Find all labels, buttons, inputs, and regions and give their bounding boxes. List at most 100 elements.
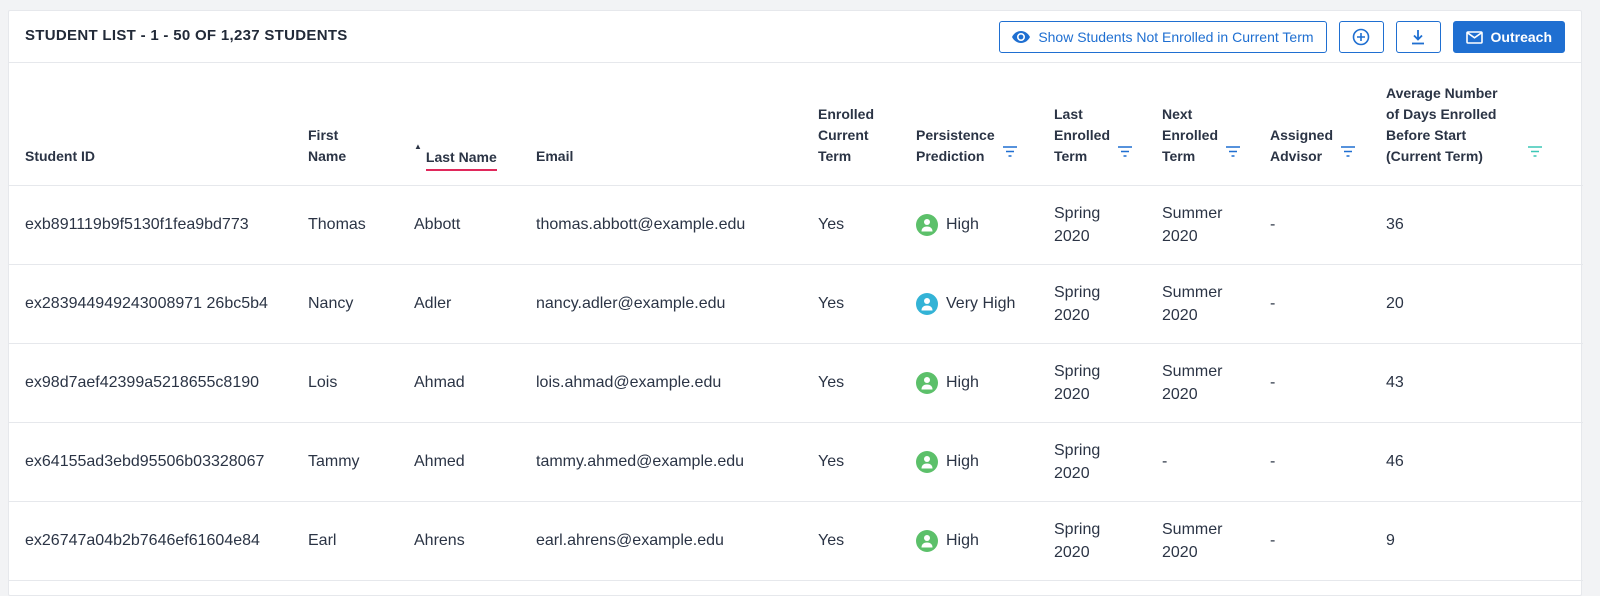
table-row[interactable]: ex64155ad3ebd95506b03328067 Tammy Ahmed tam… bbox=[9, 422, 1583, 502]
cell-persistence-prediction: High bbox=[916, 185, 1054, 265]
filter-icon[interactable] bbox=[1002, 142, 1017, 163]
column-first-name[interactable]: First Name bbox=[308, 63, 414, 186]
column-label: Prediction bbox=[916, 147, 985, 164]
table-row[interactable]: ex98d7aef42399a5218655c8190 Lois Ahmad lois… bbox=[9, 343, 1583, 423]
cell-average-days: 36 bbox=[1386, 185, 1583, 265]
cell-last-name: Ahmad bbox=[414, 343, 536, 423]
term-year: 2020 bbox=[1162, 227, 1198, 245]
outreach-label: Outreach bbox=[1490, 29, 1552, 45]
cell-average-days: 46 bbox=[1386, 422, 1583, 502]
column-label: Enrolled bbox=[818, 105, 875, 122]
term-year: 2020 bbox=[1054, 306, 1090, 324]
column-label: Last Name bbox=[425, 147, 497, 171]
cell-last-enrolled-term: Spring 2020 bbox=[1054, 343, 1162, 423]
term-year: 2020 bbox=[1054, 227, 1090, 245]
student-table: Student ID First Name ▲ Last Name Email … bbox=[9, 63, 1583, 581]
cell-assigned-advisor: - bbox=[1270, 343, 1386, 423]
cell-email[interactable]: lois.ahmad@example.edu bbox=[536, 343, 818, 423]
filter-icon[interactable] bbox=[1118, 142, 1133, 163]
column-label: Student ID bbox=[25, 147, 95, 164]
cell-student-id[interactable]: ex283944949243008971 26bc5b4 bbox=[9, 264, 308, 344]
term-season: Summer bbox=[1162, 204, 1223, 222]
term-season: Spring bbox=[1054, 204, 1101, 222]
term-season: Summer bbox=[1162, 520, 1223, 538]
cell-first-name: Tammy bbox=[308, 422, 414, 502]
column-label: of Days Enrolled bbox=[1386, 105, 1497, 122]
column-label: (Current Term) bbox=[1386, 147, 1483, 164]
table-row[interactable]: ex26747a04b2b7646ef61604e84 Earl Ahrens ear… bbox=[9, 501, 1583, 581]
column-student-id[interactable]: Student ID bbox=[9, 63, 308, 186]
term-year: 2020 bbox=[1054, 385, 1090, 403]
student-list-panel: STUDENT LIST - 1 - 50 OF 1,237 STUDENTS … bbox=[8, 10, 1583, 596]
column-last-name[interactable]: ▲ Last Name bbox=[414, 63, 536, 186]
cell-last-name: Ahmed bbox=[414, 422, 536, 502]
column-average-days-enrolled[interactable]: Average Number of Days Enrolled Before S… bbox=[1386, 63, 1583, 186]
column-label: Before Start bbox=[1386, 126, 1467, 143]
page-title: STUDENT LIST - 1 - 50 OF 1,237 STUDENTS bbox=[25, 27, 348, 44]
panel-header: STUDENT LIST - 1 - 50 OF 1,237 STUDENTS … bbox=[9, 11, 1581, 63]
column-email[interactable]: Email bbox=[536, 63, 818, 186]
cell-next-enrolled-term: Summer 2020 bbox=[1162, 264, 1270, 344]
column-last-enrolled-term[interactable]: Last Enrolled Term bbox=[1054, 63, 1162, 186]
cell-enrolled: Yes bbox=[818, 422, 916, 502]
cell-enrolled: Yes bbox=[818, 343, 916, 423]
cell-first-name: Earl bbox=[308, 501, 414, 581]
prediction-label: High bbox=[946, 374, 979, 391]
cell-last-enrolled-term: Spring 2020 bbox=[1054, 185, 1162, 265]
filter-icon[interactable] bbox=[1341, 142, 1356, 163]
add-button[interactable] bbox=[1338, 21, 1384, 53]
table-row[interactable]: ex283944949243008971 26bc5b4 Nancy Adler na… bbox=[9, 264, 1583, 344]
cell-email[interactable]: tammy.ahmed@example.edu bbox=[536, 422, 818, 502]
cell-first-name: Nancy bbox=[308, 264, 414, 344]
cell-average-days: 43 bbox=[1386, 343, 1583, 423]
table-row[interactable]: exb891119b9f5130f1fea9bd773 Thomas Abbott t… bbox=[9, 185, 1583, 265]
column-label: Enrolled bbox=[1054, 126, 1111, 143]
cell-last-enrolled-term: Spring 2020 bbox=[1054, 264, 1162, 344]
cell-email[interactable]: thomas.abbott@example.edu bbox=[536, 185, 818, 265]
sort-ascending-icon: ▲ bbox=[414, 141, 422, 151]
cell-enrolled: Yes bbox=[818, 264, 916, 344]
column-assigned-advisor[interactable]: Assigned Advisor bbox=[1270, 63, 1386, 186]
cell-persistence-prediction: Very High bbox=[916, 264, 1054, 344]
column-label: Assigned bbox=[1270, 126, 1334, 143]
column-next-enrolled-term[interactable]: Next Enrolled Term bbox=[1162, 63, 1270, 186]
column-label: Next bbox=[1162, 105, 1193, 122]
filter-icon[interactable] bbox=[1527, 142, 1542, 163]
filter-icon[interactable] bbox=[1226, 142, 1241, 163]
column-label: Current bbox=[818, 126, 869, 143]
cell-student-id[interactable]: exb891119b9f5130f1fea9bd773 bbox=[9, 185, 308, 265]
person-icon bbox=[916, 450, 938, 473]
cell-persistence-prediction: High bbox=[916, 343, 1054, 423]
term-season: Spring bbox=[1054, 362, 1101, 380]
prediction-label: Very High bbox=[946, 295, 1016, 312]
term-year: 2020 bbox=[1162, 306, 1198, 324]
term-year: 2020 bbox=[1054, 543, 1090, 561]
column-label: First bbox=[308, 126, 339, 143]
outreach-button[interactable]: Outreach bbox=[1452, 21, 1565, 53]
cell-student-id[interactable]: ex64155ad3ebd95506b03328067 bbox=[9, 422, 308, 502]
download-button[interactable] bbox=[1395, 21, 1441, 53]
column-enrolled-current-term[interactable]: Enrolled Current Term bbox=[818, 63, 916, 186]
person-icon bbox=[916, 371, 938, 394]
cell-student-id[interactable]: ex98d7aef42399a5218655c8190 bbox=[9, 343, 308, 423]
column-label: Enrolled bbox=[1162, 126, 1219, 143]
cell-student-id[interactable]: ex26747a04b2b7646ef61604e84 bbox=[9, 501, 308, 581]
cell-email[interactable]: earl.ahrens@example.edu bbox=[536, 501, 818, 581]
show-not-enrolled-button[interactable]: Show Students Not Enrolled in Current Te… bbox=[999, 21, 1327, 53]
plus-circle-icon bbox=[1352, 28, 1370, 46]
term-season: Summer bbox=[1162, 362, 1223, 380]
show-not-enrolled-label: Show Students Not Enrolled in Current Te… bbox=[1038, 29, 1314, 45]
person-icon bbox=[916, 213, 938, 236]
cell-persistence-prediction: High bbox=[916, 501, 1054, 581]
cell-assigned-advisor: - bbox=[1270, 185, 1386, 265]
column-persistence-prediction[interactable]: Persistence Prediction bbox=[916, 63, 1054, 186]
cell-last-name: Ahrens bbox=[414, 501, 536, 581]
header-actions: Show Students Not Enrolled in Current Te… bbox=[999, 21, 1565, 53]
cell-email[interactable]: nancy.adler@example.edu bbox=[536, 264, 818, 344]
column-label: Average Number bbox=[1386, 84, 1498, 101]
cell-average-days: 20 bbox=[1386, 264, 1583, 344]
column-label: Email bbox=[536, 147, 574, 164]
cell-enrolled: Yes bbox=[818, 501, 916, 581]
term-season: Spring bbox=[1054, 283, 1101, 301]
cell-last-name: Abbott bbox=[414, 185, 536, 265]
